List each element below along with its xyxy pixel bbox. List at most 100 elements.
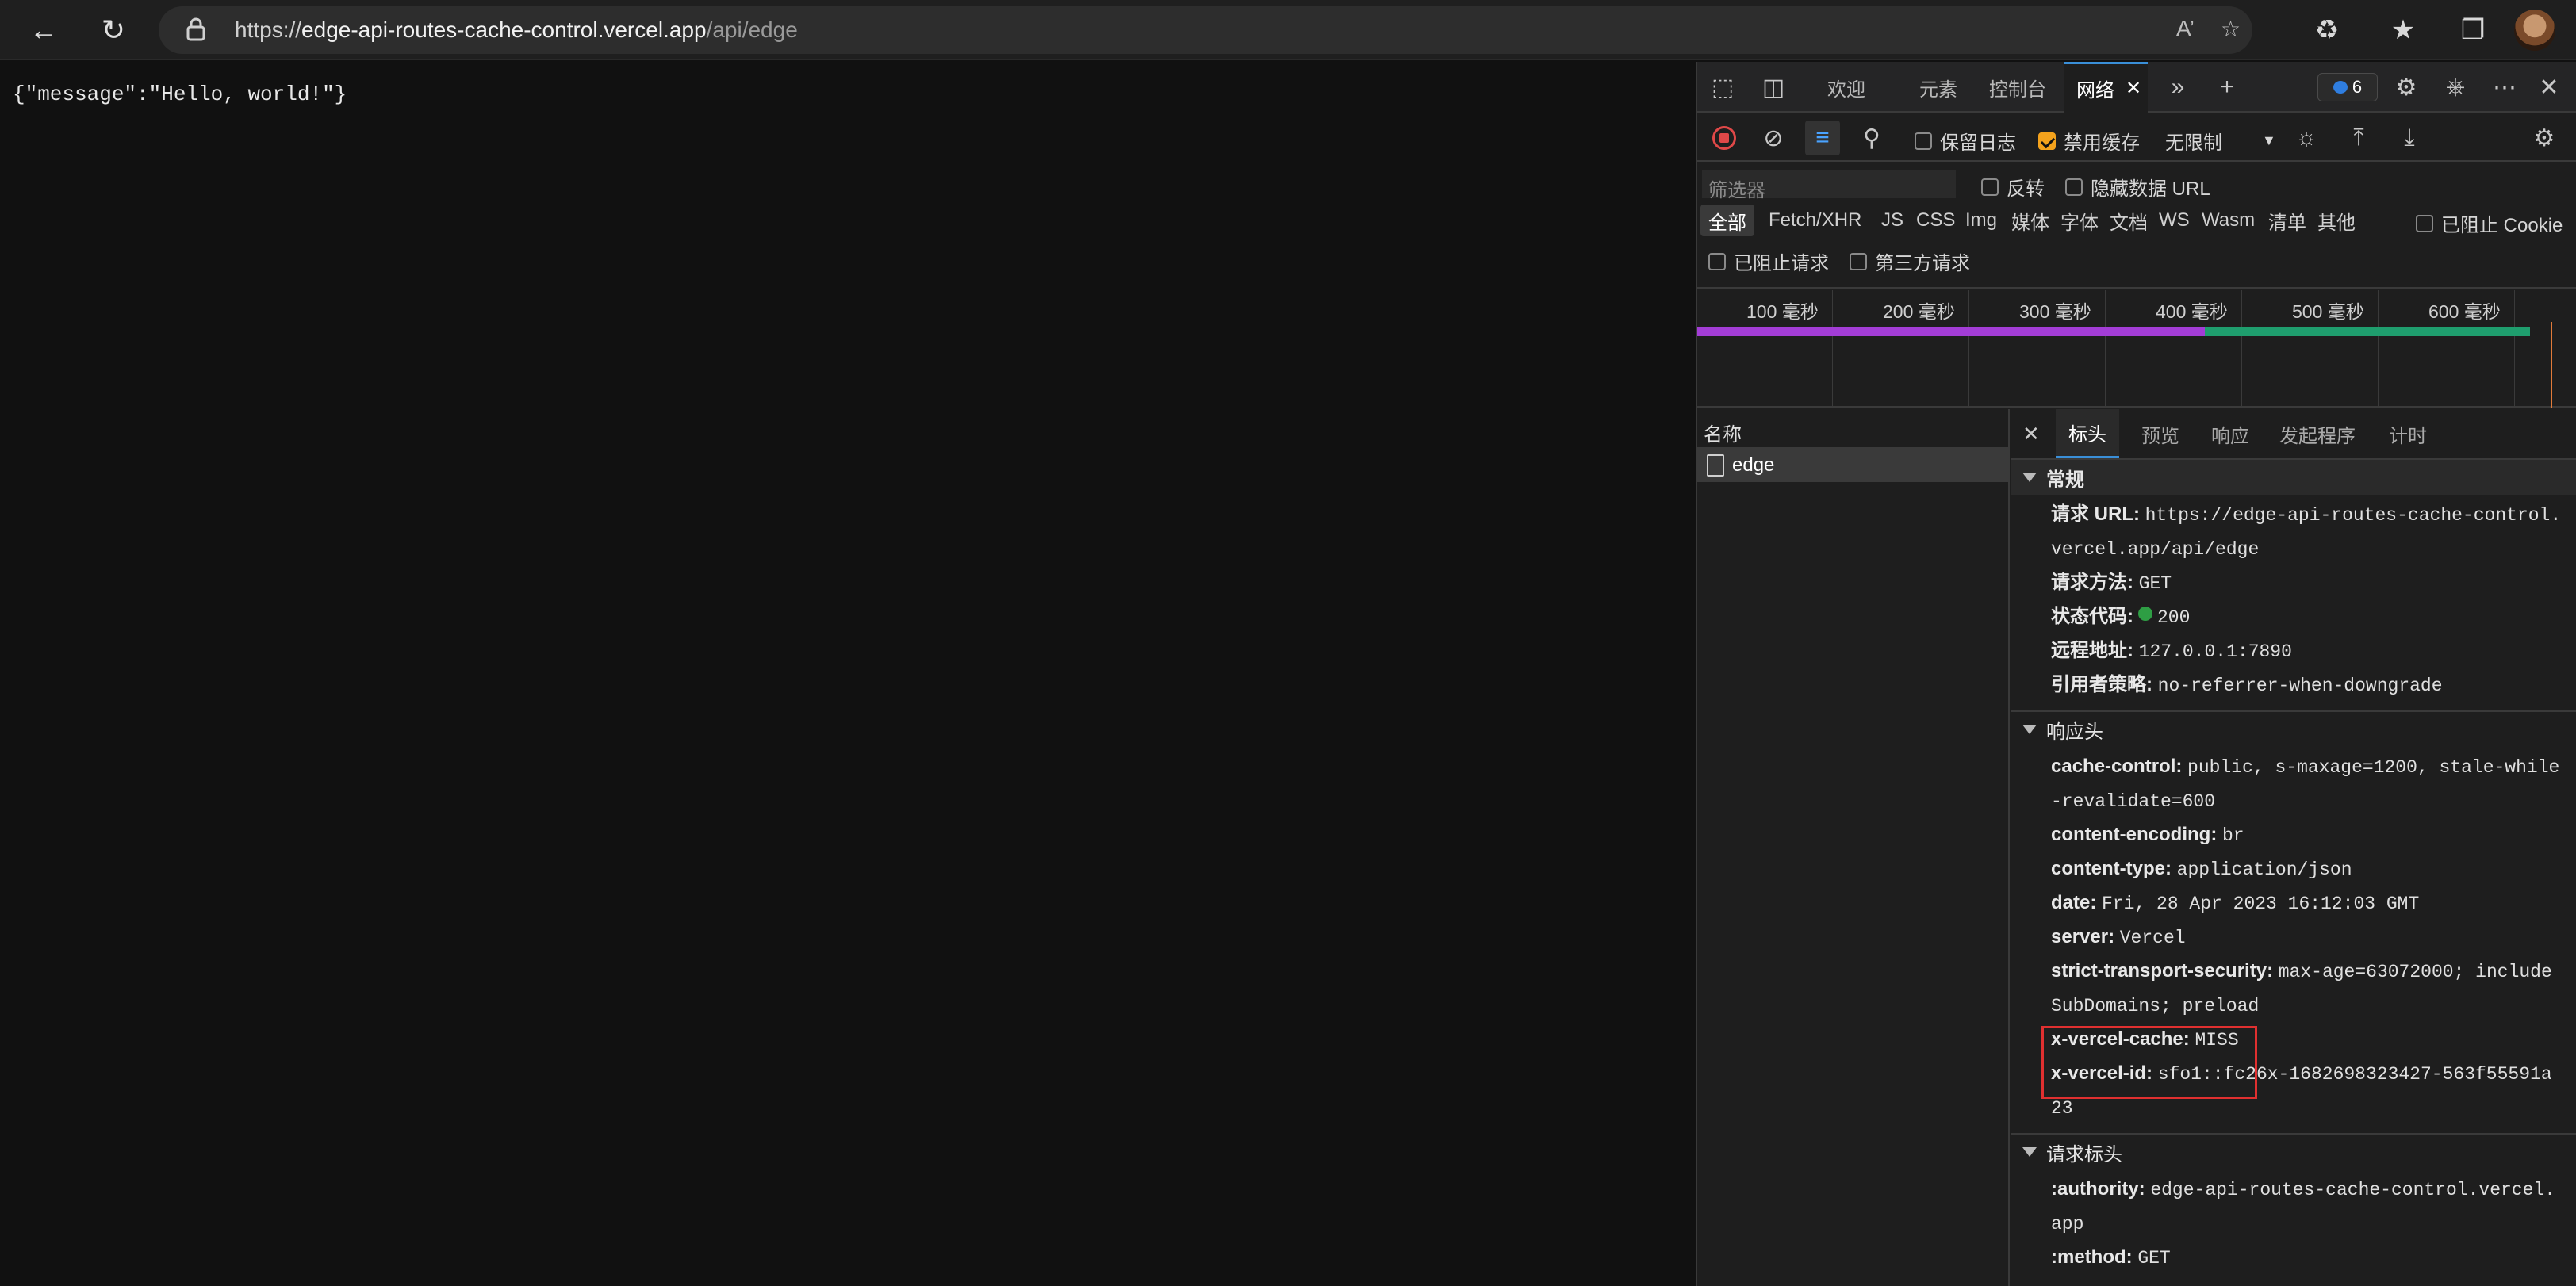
hide-data-urls-box[interactable] bbox=[2065, 178, 2083, 196]
response-headers-header[interactable]: 响应头 bbox=[2011, 712, 2576, 747]
collections-icon[interactable]: ❐ bbox=[2454, 11, 2492, 49]
type-filter-wasm[interactable]: Wasm bbox=[2194, 205, 2263, 236]
tab-response[interactable]: 响应 bbox=[2211, 409, 2249, 458]
preserve-log-checkbox[interactable]: 保留日志 bbox=[1915, 127, 2016, 155]
record-stop-icon[interactable] bbox=[1707, 121, 1742, 155]
timeline-gridline bbox=[2514, 290, 2515, 408]
type-filter-manifest[interactable]: 清单 bbox=[2260, 205, 2314, 236]
search-icon[interactable]: ⚲ bbox=[1854, 121, 1889, 155]
filter-icon[interactable]: ≡ bbox=[1805, 121, 1840, 155]
avatar[interactable] bbox=[2514, 10, 2555, 51]
general-request-url: 请求 URL: https://edge-api-routes-cache-co… bbox=[2051, 503, 2562, 560]
general-section-header[interactable]: 常规 bbox=[2011, 460, 2576, 495]
expand-triangle-icon bbox=[2022, 725, 2037, 734]
refresh-icon[interactable]: ↻ bbox=[94, 11, 133, 49]
tab-elements[interactable]: 元素 bbox=[1919, 62, 1957, 113]
clear-icon[interactable]: ⊘ bbox=[1756, 121, 1791, 155]
header-server: server: Vercel bbox=[2051, 926, 2186, 948]
type-filter-media[interactable]: 媒体 bbox=[2003, 205, 2057, 236]
extensions-icon[interactable]: ♻ bbox=[2308, 11, 2346, 49]
tab-initiator[interactable]: 发起程序 bbox=[2279, 409, 2356, 458]
more-tabs-icon[interactable]: » bbox=[2160, 70, 2195, 105]
issues-badge[interactable]: 6 bbox=[2317, 73, 2378, 101]
devtools-panel: ⬚ ◫ 欢迎 元素 控制台 网络 ✕ » + 6 ⚙ ⎈ ⋯ ✕ ⊘ ≡ ⚲ 保… bbox=[1696, 62, 2576, 1286]
issues-icon bbox=[2333, 81, 2348, 94]
network-settings-icon[interactable]: ⚙ bbox=[2527, 121, 2562, 155]
back-icon[interactable]: ← bbox=[24, 11, 63, 49]
favorite-add-icon[interactable]: ☆ bbox=[2221, 16, 2241, 42]
type-filter-font[interactable]: 字体 bbox=[2053, 205, 2106, 236]
timeline-gridline bbox=[2378, 290, 2379, 408]
general-remote-address: 远程地址: 127.0.0.1:7890 bbox=[2051, 640, 2292, 662]
address-url: https://edge-api-routes-cache-control.ve… bbox=[235, 17, 798, 42]
tab-console[interactable]: 控制台 bbox=[1989, 62, 2046, 113]
device-emulation-icon[interactable]: ◫ bbox=[1756, 70, 1791, 105]
network-conditions-icon[interactable]: ☼ bbox=[2289, 121, 2324, 155]
timeline-tick-label: 400 毫秒 bbox=[2156, 301, 2228, 322]
preserve-log-box[interactable] bbox=[1915, 132, 1932, 150]
blocked-requests-box[interactable] bbox=[1708, 252, 1726, 270]
favorites-icon[interactable]: ★ bbox=[2384, 11, 2422, 49]
header-date: date: Fri, 28 Apr 2023 16:12:03 GMT bbox=[2051, 892, 2420, 914]
third-party-box[interactable] bbox=[1850, 252, 1867, 270]
tab-network[interactable]: 网络 ✕ bbox=[2064, 62, 2148, 113]
network-overview-timeline[interactable]: 100 毫秒 200 毫秒 300 毫秒 400 毫秒 500 毫秒 600 毫… bbox=[1697, 290, 2576, 408]
invert-checkbox[interactable]: 反转 bbox=[1981, 173, 2045, 201]
close-devtools-icon[interactable]: ✕ bbox=[2532, 70, 2566, 105]
add-tab-icon[interactable]: + bbox=[2210, 70, 2244, 105]
blocked-cookies-box[interactable] bbox=[2416, 214, 2433, 232]
browser-toolbar: ← ↻ https://edge-api-routes-cache-contro… bbox=[0, 0, 2576, 60]
page-viewport: {"message":"Hello, world!"} bbox=[0, 62, 1696, 1286]
expand-triangle-icon bbox=[2022, 473, 2037, 482]
export-har-icon[interactable]: ⤓ bbox=[2392, 121, 2427, 155]
lock-icon bbox=[186, 17, 205, 41]
name-column-header[interactable]: 名称 bbox=[1697, 409, 2008, 449]
type-filter-other[interactable]: 其他 bbox=[2310, 205, 2363, 236]
requests-split-view: 名称 edge ✕ 标头 预览 响应 发起程序 计时 常规 请求 URL: ht… bbox=[1697, 409, 2576, 1286]
chevron-down-icon: ▼ bbox=[2262, 132, 2276, 148]
header-method: :method: GET bbox=[2051, 1246, 2171, 1269]
settings-gear-icon[interactable]: ⚙ bbox=[2389, 70, 2424, 105]
disable-cache-box[interactable] bbox=[2038, 132, 2056, 150]
tab-headers[interactable]: 标头 bbox=[2056, 409, 2119, 458]
timeline-tick-label: 500 毫秒 bbox=[2292, 301, 2364, 322]
type-filter-img[interactable]: Img bbox=[1957, 205, 2005, 236]
tab-welcome[interactable]: 欢迎 bbox=[1827, 62, 1865, 113]
header-strict-transport-security: strict-transport-security: max-age=63072… bbox=[2051, 960, 2552, 1016]
type-filter-css[interactable]: CSS bbox=[1908, 205, 1963, 236]
type-filter-doc[interactable]: 文档 bbox=[2102, 205, 2156, 236]
timeline-tick-label: 100 毫秒 bbox=[1746, 301, 1819, 322]
filter-input[interactable]: 筛选器 bbox=[1702, 170, 1956, 201]
timeline-tick-label: 600 毫秒 bbox=[2428, 301, 2501, 322]
header-authority: :authority: edge-api-routes-cache-contro… bbox=[2051, 1178, 2556, 1234]
timeline-download-bar bbox=[2205, 327, 2530, 336]
request-row-edge[interactable]: edge bbox=[1697, 449, 2008, 482]
timeline-waiting-bar bbox=[1697, 327, 2205, 336]
close-detail-icon[interactable]: ✕ bbox=[2022, 409, 2040, 458]
inspect-element-icon[interactable]: ⬚ bbox=[1705, 70, 1740, 105]
tab-timing[interactable]: 计时 bbox=[2389, 409, 2427, 458]
status-ok-icon bbox=[2138, 607, 2152, 621]
blocked-cookies-checkbox[interactable]: 已阻止 Cookie bbox=[2416, 209, 2563, 237]
customize-icon[interactable]: ⎈ bbox=[2438, 70, 2473, 105]
hide-data-urls-checkbox[interactable]: 隐藏数据 URL bbox=[2065, 173, 2210, 201]
address-bar[interactable]: https://edge-api-routes-cache-control.ve… bbox=[159, 6, 2252, 54]
read-aloud-icon[interactable]: A’ bbox=[2176, 16, 2195, 41]
type-filter-ws[interactable]: WS bbox=[2151, 205, 2198, 236]
third-party-checkbox[interactable]: 第三方请求 bbox=[1850, 247, 1970, 275]
import-har-icon[interactable]: ⤒ bbox=[2341, 121, 2376, 155]
invert-box[interactable] bbox=[1981, 178, 1999, 196]
close-tab-icon[interactable]: ✕ bbox=[2126, 77, 2141, 100]
more-options-icon[interactable]: ⋯ bbox=[2487, 70, 2522, 105]
throttle-select[interactable]: 无限制 ▼ bbox=[2165, 127, 2276, 155]
request-headers-header[interactable]: 请求标头 bbox=[2011, 1135, 2576, 1169]
disable-cache-checkbox[interactable]: 禁用缓存 bbox=[2038, 127, 2140, 155]
type-filter-js[interactable]: JS bbox=[1873, 205, 1911, 236]
general-referrer-policy: 引用者策略: no-referrer-when-downgrade bbox=[2051, 674, 2443, 696]
expand-triangle-icon bbox=[2022, 1147, 2037, 1157]
type-filter-fetch-xhr[interactable]: Fetch/XHR bbox=[1761, 205, 1869, 236]
blocked-requests-checkbox[interactable]: 已阻止请求 bbox=[1708, 247, 1829, 275]
type-filter-all[interactable]: 全部 bbox=[1700, 205, 1754, 236]
timeline-gridline bbox=[2105, 290, 2106, 408]
tab-preview[interactable]: 预览 bbox=[2141, 409, 2179, 458]
